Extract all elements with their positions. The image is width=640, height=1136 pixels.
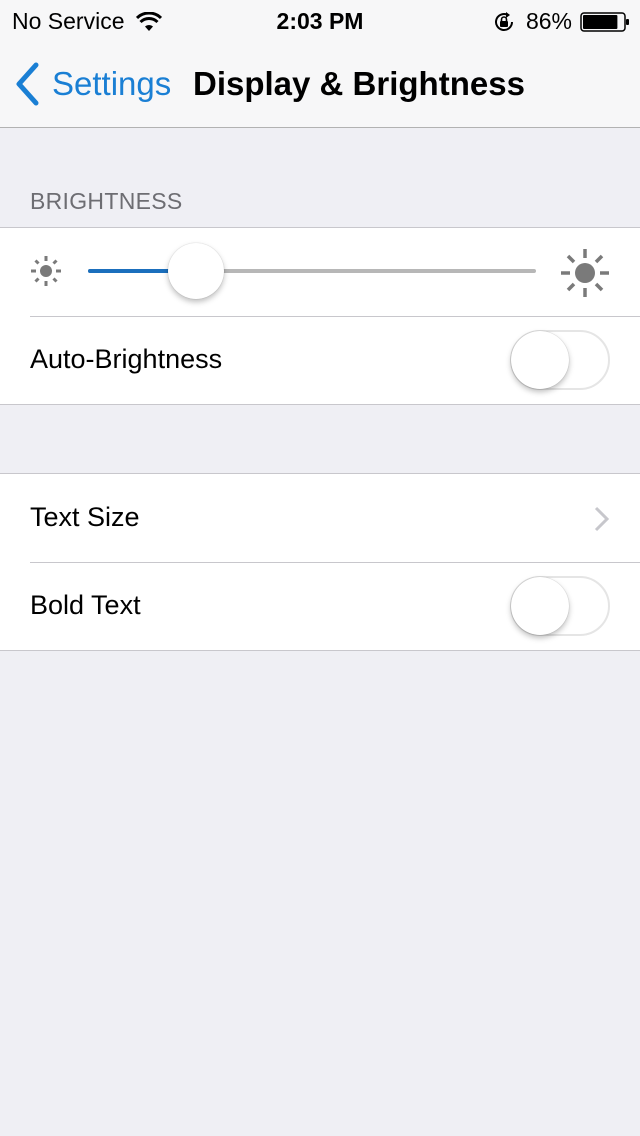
bold-text-toggle[interactable] — [510, 576, 610, 636]
brightness-slider-row — [0, 228, 640, 316]
bold-text-row: Bold Text — [0, 562, 640, 650]
text-size-label: Text Size — [30, 502, 140, 532]
sun-small-icon — [31, 256, 61, 286]
back-label: Settings — [52, 65, 172, 102]
brightness-slider-thumb[interactable] — [167, 243, 224, 299]
brightness-group: Auto-Brightness — [0, 227, 640, 405]
toggle-knob — [511, 331, 569, 389]
bold-text-label: Bold Text — [30, 590, 141, 620]
chevron-left-icon — [16, 62, 39, 106]
status-bar: No Service 2:03 PM 86% — [0, 0, 640, 40]
page-title: Display & Brightness — [193, 65, 525, 102]
battery-percent: 86% — [525, 8, 572, 34]
battery-icon — [580, 11, 629, 32]
sun-large-icon — [561, 249, 609, 297]
section-header-brightness: BRIGHTNESS — [30, 188, 183, 214]
rotation-lock-icon — [494, 11, 513, 31]
toggle-knob — [511, 577, 569, 635]
status-right: 86% — [492, 8, 630, 35]
back-button[interactable]: Settings — [14, 62, 171, 106]
navigation-bar: Settings Display & Brightness — [0, 40, 640, 128]
auto-brightness-row: Auto-Brightness — [0, 316, 640, 404]
chevron-right-icon — [594, 506, 610, 532]
auto-brightness-label: Auto-Brightness — [30, 344, 223, 374]
text-size-row[interactable]: Text Size — [0, 474, 640, 562]
auto-brightness-toggle[interactable] — [510, 330, 610, 390]
text-group: Text Size Bold Text — [0, 473, 640, 651]
brightness-slider[interactable] — [88, 243, 536, 299]
